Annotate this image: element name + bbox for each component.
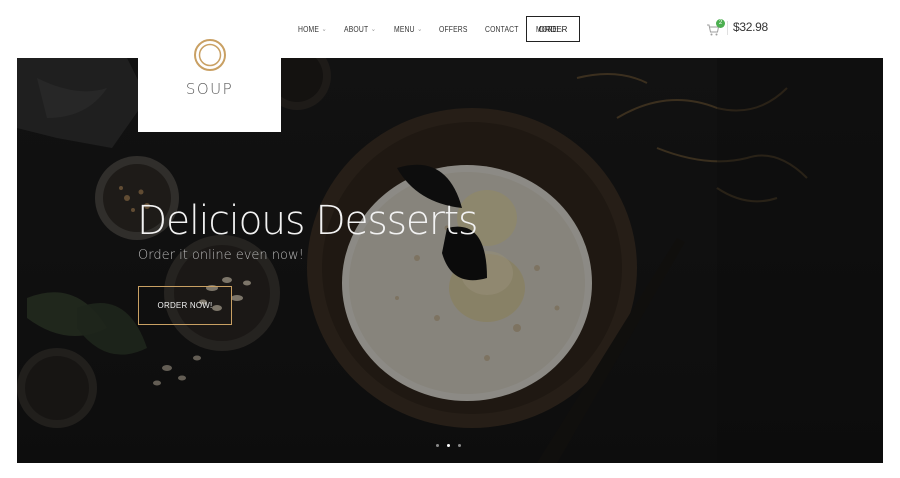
order-button[interactable]: ORDER bbox=[526, 16, 580, 42]
logo[interactable]: SOUP bbox=[138, 36, 281, 132]
nav-item-label: ABOUT bbox=[343, 24, 369, 34]
cart-button[interactable]: 2 bbox=[706, 18, 726, 40]
chevron-down-icon: ⌄ bbox=[321, 26, 327, 33]
slider-dot-2[interactable] bbox=[447, 444, 450, 447]
cart-count-badge: 2 bbox=[716, 19, 725, 28]
order-now-button[interactable]: ORDER NOW! bbox=[138, 286, 232, 325]
chevron-down-icon: ⌄ bbox=[416, 26, 422, 33]
nav-item-label: HOME bbox=[298, 24, 320, 34]
nav-item-label: MENU bbox=[393, 24, 415, 34]
hero-headline: Delicious Desserts bbox=[137, 198, 478, 244]
hero-subline: Order it online even now! bbox=[138, 248, 304, 263]
nav-item-home[interactable]: HOME ⌄ bbox=[298, 25, 327, 34]
slider-dot-3[interactable] bbox=[458, 444, 461, 447]
slider-pagination bbox=[436, 444, 461, 447]
slider-dot-1[interactable] bbox=[436, 444, 439, 447]
nav-item-contact[interactable]: CONTACT bbox=[485, 25, 519, 34]
cart-total[interactable]: $32.98 bbox=[733, 20, 768, 34]
nav-item-label: CONTACT bbox=[484, 24, 519, 34]
chevron-down-icon: ⌄ bbox=[370, 26, 376, 33]
nav-item-offers[interactable]: OFFERS bbox=[439, 25, 468, 34]
logo-text: SOUP bbox=[185, 80, 234, 98]
logo-ring-icon bbox=[194, 39, 226, 71]
cart-divider bbox=[727, 21, 728, 35]
nav-item-menu[interactable]: MENU ⌄ bbox=[394, 25, 422, 34]
nav-item-label: OFFERS bbox=[438, 24, 468, 34]
nav-item-about[interactable]: ABOUT ⌄ bbox=[344, 25, 376, 34]
